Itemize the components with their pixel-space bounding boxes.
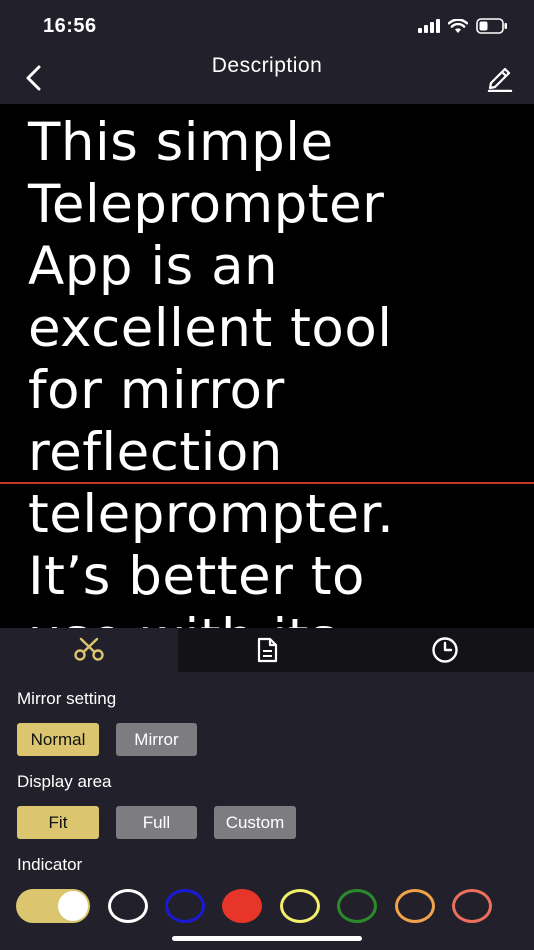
display-full-button[interactable]: Full: [116, 806, 197, 839]
script-line: excellent tool: [28, 298, 393, 359]
document-icon: [257, 637, 278, 663]
script-line: use with its: [28, 608, 528, 628]
scissors-icon: [74, 637, 104, 661]
tab-timer-settings[interactable]: [356, 628, 534, 672]
nav-bar: Description: [0, 52, 534, 104]
script-line: reflection: [28, 422, 283, 483]
script-line: This simple: [28, 112, 334, 173]
status-icons: [418, 18, 508, 39]
home-indicator: [172, 936, 362, 941]
indicator-color-coral[interactable]: [452, 889, 492, 923]
display-area-label: Display area: [17, 772, 112, 791]
battery-icon: [476, 18, 508, 39]
indicator-color-orange[interactable]: [395, 889, 435, 923]
status-time: 16:56: [43, 15, 97, 37]
script-line: teleprompter.: [28, 484, 395, 545]
edit-button[interactable]: [486, 62, 514, 93]
page-title: Description: [211, 54, 323, 77]
mirror-setting-label: Mirror setting: [17, 689, 117, 708]
mirror-normal-button[interactable]: Normal: [17, 723, 99, 756]
status-bar: 16:56: [0, 0, 534, 52]
script-line: It’s better to: [28, 546, 365, 607]
display-fit-button[interactable]: Fit: [17, 806, 99, 839]
toggle-knob: [58, 891, 88, 921]
script-line: Teleprompter: [28, 174, 385, 235]
tab-text-settings[interactable]: [178, 628, 356, 672]
indicator-label: Indicator: [17, 855, 83, 874]
indicator-color-yellow[interactable]: [280, 889, 320, 923]
script-line: App is an: [28, 236, 279, 297]
reading-indicator-line: [0, 482, 534, 484]
script-text: This simple Teleprompter App is an excel…: [28, 112, 528, 628]
indicator-color-white[interactable]: [108, 889, 148, 923]
script-line: for mirror: [28, 360, 285, 421]
tab-mirror-settings[interactable]: [0, 628, 178, 672]
indicator-color-red[interactable]: [222, 889, 262, 923]
mirror-mirror-button[interactable]: Mirror: [116, 723, 197, 756]
cellular-signal-icon: [418, 19, 440, 38]
indicator-color-blue[interactable]: [165, 889, 205, 923]
script-preview[interactable]: This simple Teleprompter App is an excel…: [0, 104, 534, 628]
settings-tab-bar: [0, 628, 534, 672]
pencil-icon: [487, 67, 513, 93]
indicator-color-green[interactable]: [337, 889, 377, 923]
display-custom-button[interactable]: Custom: [214, 806, 296, 839]
clock-icon: [432, 637, 458, 663]
wifi-icon: [447, 18, 469, 39]
indicator-toggle[interactable]: [16, 889, 90, 923]
